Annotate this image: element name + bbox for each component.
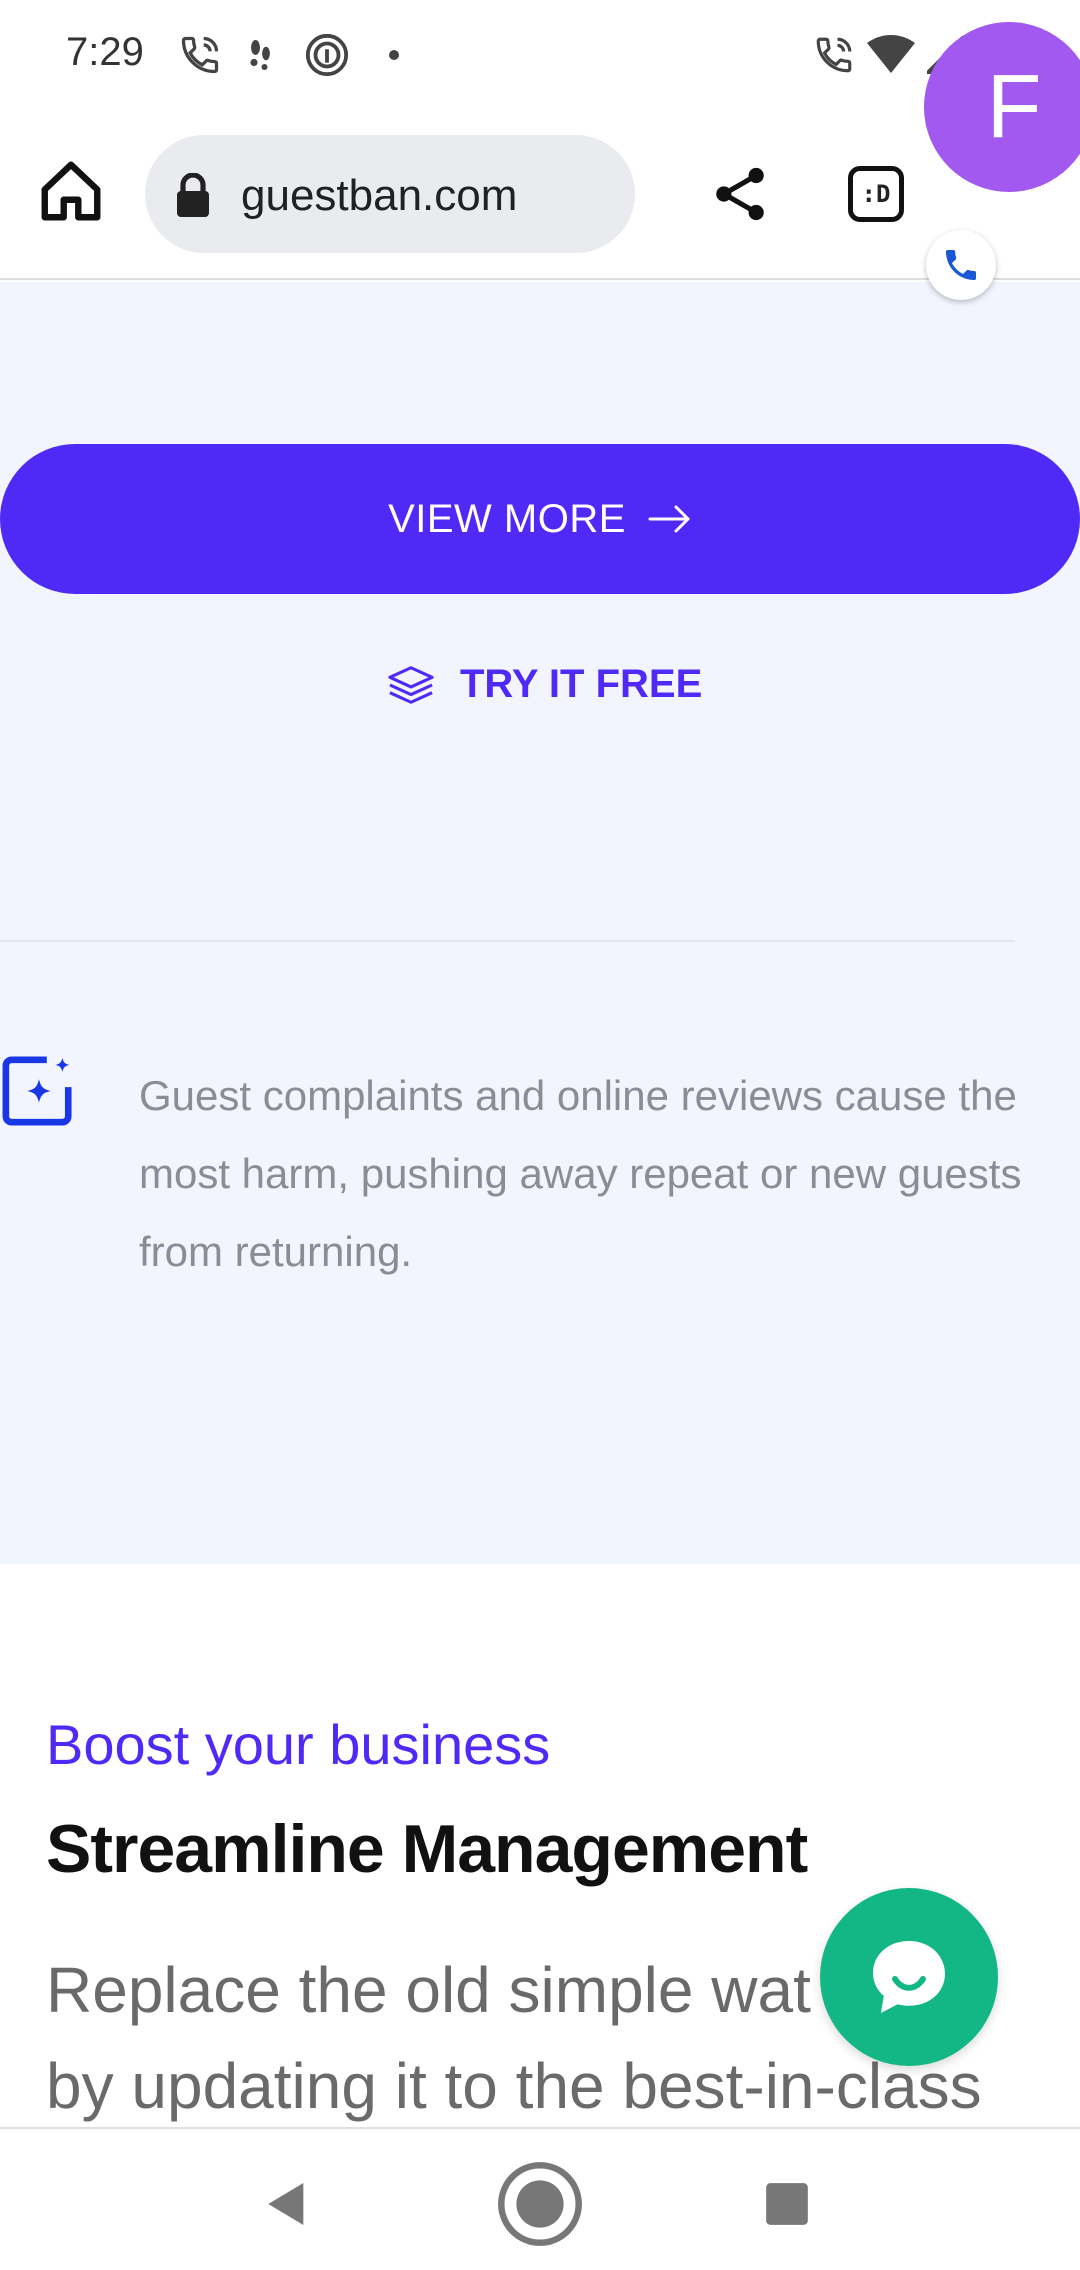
tabs-button[interactable]: :D: [848, 166, 904, 222]
divider: [0, 940, 1015, 942]
url-bar[interactable]: guestban.com: [145, 135, 635, 253]
recents-button[interactable]: [742, 2159, 832, 2249]
back-button[interactable]: [242, 2159, 332, 2249]
layers-icon: [388, 665, 434, 704]
try-it-free-label: TRY IT FREE: [460, 662, 703, 706]
home-nav-button[interactable]: [495, 2159, 585, 2249]
share-button[interactable]: [712, 164, 768, 224]
system-nav-bar: [0, 2127, 1080, 2270]
wifi-icon: [866, 30, 916, 80]
chat-button[interactable]: [820, 1888, 998, 2066]
home-button[interactable]: [36, 156, 106, 226]
dot-icon: [384, 30, 404, 80]
hero-section: VIEW MORE TRY IT FREE Guest complaints a…: [0, 282, 1080, 1564]
browser-toolbar: guestban.com :D: [0, 112, 1080, 280]
home-circle-icon: [498, 2162, 582, 2246]
wifi-call-icon: [812, 30, 856, 80]
home-icon: [41, 161, 101, 221]
recents-icon: [766, 2183, 808, 2225]
url-text: guestban.com: [241, 171, 518, 220]
wifi-call-icon: [176, 30, 224, 80]
view-more-label: VIEW MORE: [388, 496, 626, 541]
tabs-icon: :D: [861, 180, 891, 208]
profile-avatar[interactable]: F: [924, 22, 1080, 192]
web-page: VIEW MORE TRY IT FREE Guest complaints a…: [0, 282, 1080, 2127]
back-icon: [268, 2183, 304, 2225]
try-it-free-link[interactable]: TRY IT FREE: [388, 662, 702, 707]
status-time: 7:29: [66, 30, 144, 74]
lock-icon: [177, 173, 209, 217]
chat-icon: [873, 1941, 945, 2013]
feature-description: Guest complaints and online reviews caus…: [139, 1072, 1022, 1275]
profile-initial: F: [986, 56, 1042, 157]
section-title: Streamline Management: [46, 1811, 808, 1887]
phone-icon[interactable]: [926, 230, 996, 300]
share-icon: [716, 167, 764, 221]
section-eyebrow: Boost your business: [46, 1713, 551, 1776]
walking-icon: [240, 30, 280, 80]
status-bar: 7:29: [0, 0, 1080, 112]
fingerprint-icon: [302, 30, 352, 80]
sparkle-icon: [2, 1056, 72, 1126]
view-more-button[interactable]: VIEW MORE: [0, 444, 1080, 594]
arrow-right-icon: [648, 504, 692, 534]
